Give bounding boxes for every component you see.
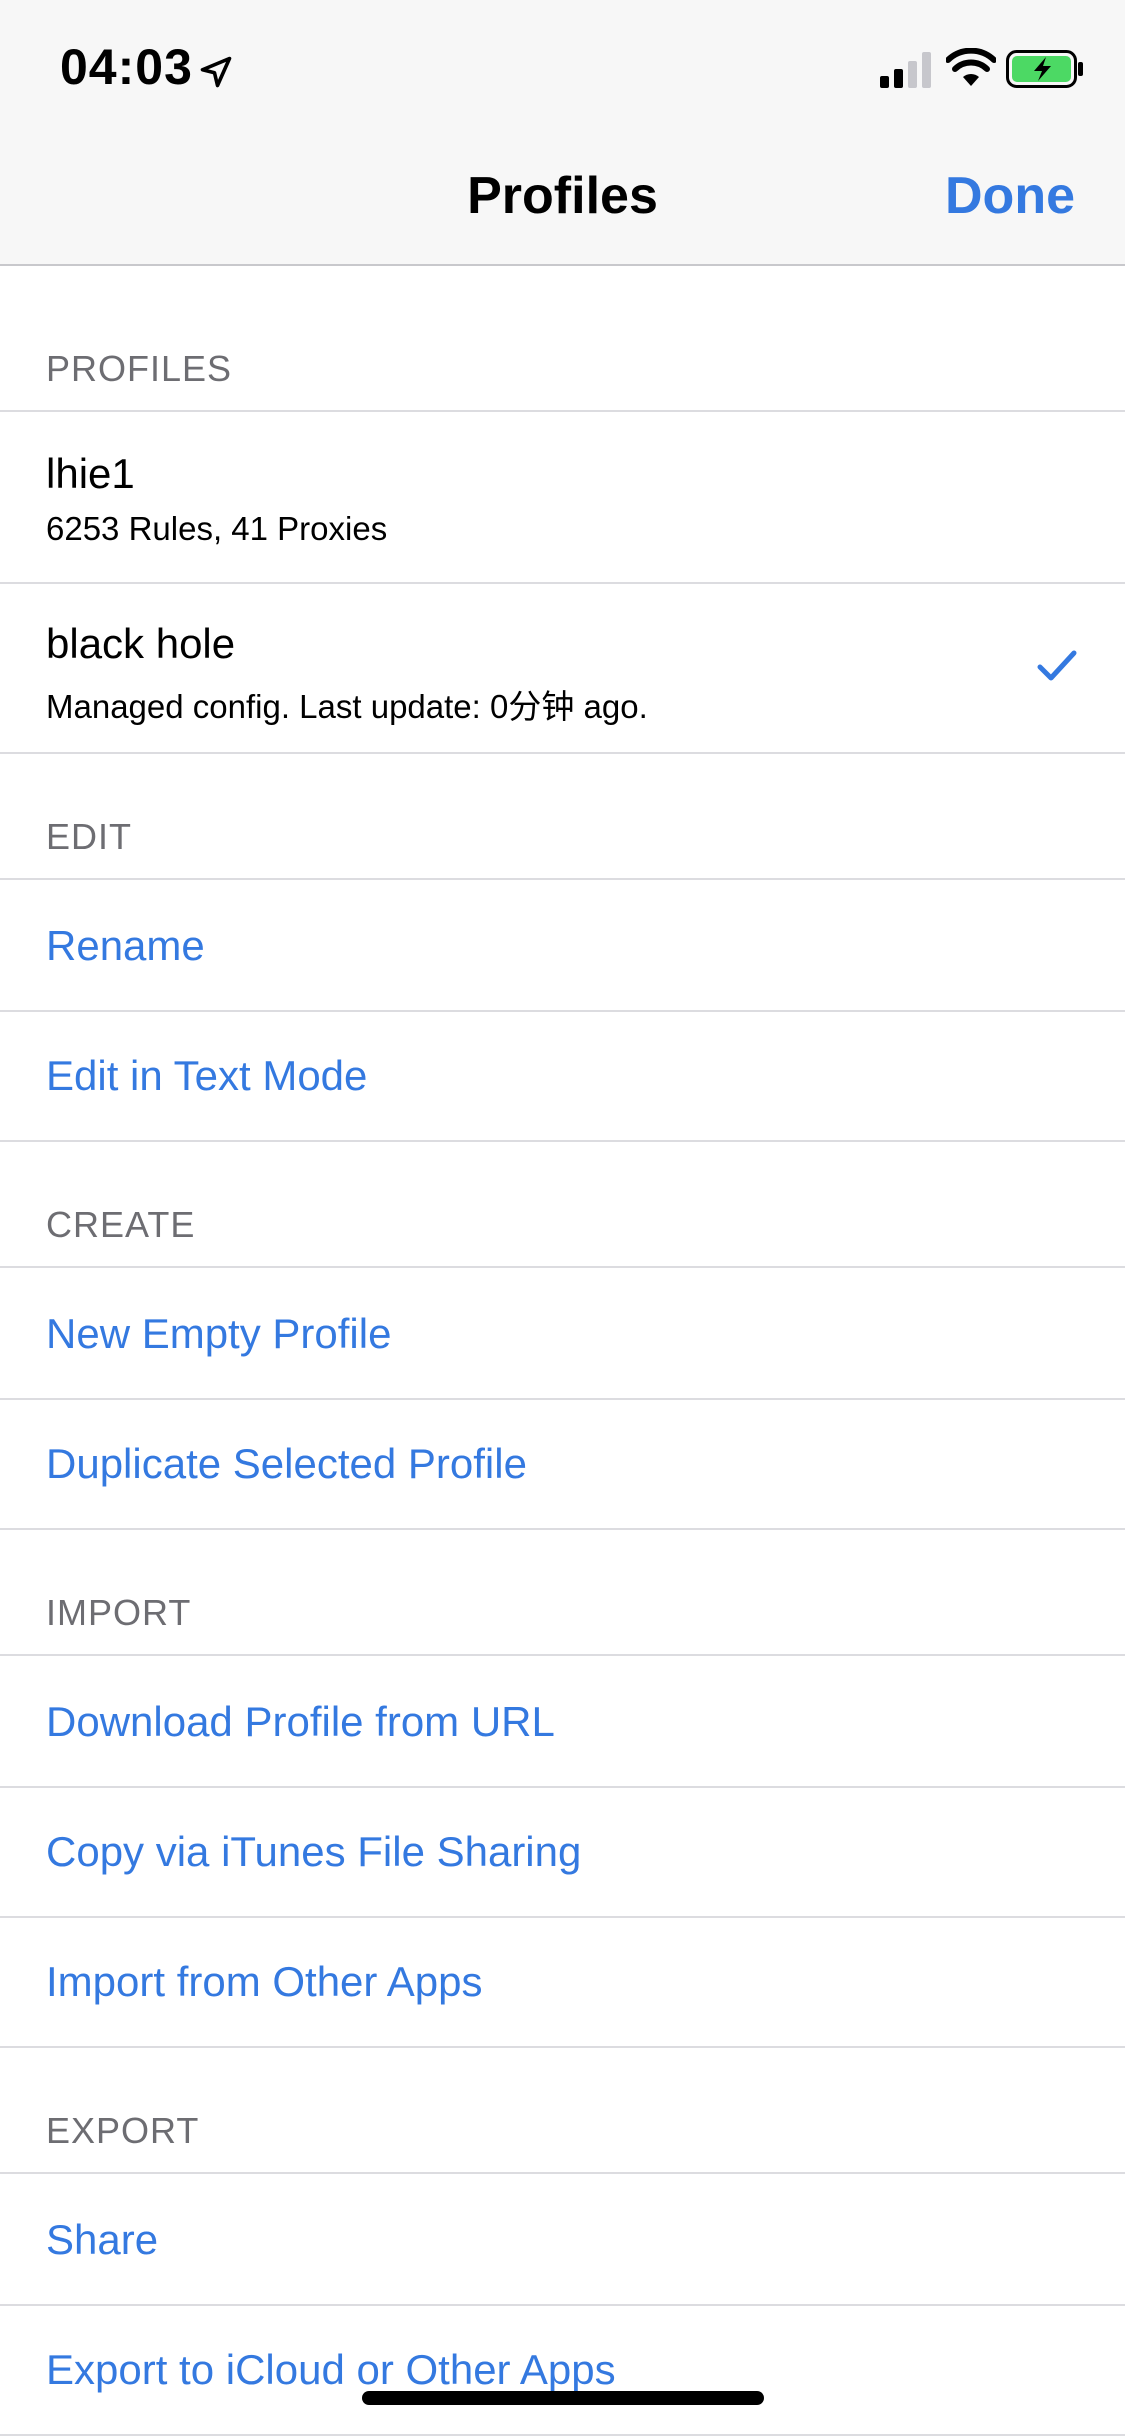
profile-row-black-hole[interactable]: black hole Managed config. Last update: … [0,582,1125,752]
section-header-export: EXPORT [0,2048,1125,2172]
duplicate-selected-profile-button[interactable]: Duplicate Selected Profile [0,1398,1125,1528]
profile-subtitle: Managed config. Last update: 0分钟 ago. [46,688,648,725]
profile-row-lhie1[interactable]: lhie1 6253 Rules, 41 Proxies [0,412,1125,582]
share-button[interactable]: Share [0,2174,1125,2304]
profile-name: black hole [46,620,236,667]
profiles-group: lhie1 6253 Rules, 41 Proxies black hole … [0,410,1125,754]
import-group: Download Profile from URL Copy via iTune… [0,1654,1125,2048]
profiles-list: PROFILES lhie1 6253 Rules, 41 Proxies bl… [0,266,1125,2436]
wifi-icon [946,48,996,86]
edit-in-text-mode-button[interactable]: Edit in Text Mode [0,1010,1125,1140]
edit-group: Rename Edit in Text Mode [0,878,1125,1142]
section-header-import: IMPORT [0,1530,1125,1654]
import-from-other-apps-button[interactable]: Import from Other Apps [0,1916,1125,2046]
section-header-edit: EDIT [0,754,1125,878]
profiles-screen: 04:03 Profiles Done PROFILES lhie1 6253 … [0,0,1125,2436]
home-indicator[interactable] [362,2391,764,2405]
status-time: 04:03 [60,39,193,95]
export-to-icloud-button[interactable]: Export to iCloud or Other Apps [0,2304,1125,2434]
create-group: New Empty Profile Duplicate Selected Pro… [0,1266,1125,1530]
battery-charging-icon [1006,50,1083,88]
copy-via-itunes-file-sharing-button[interactable]: Copy via iTunes File Sharing [0,1786,1125,1916]
new-empty-profile-button[interactable]: New Empty Profile [0,1268,1125,1398]
navigation-bar: 04:03 Profiles Done [0,0,1125,266]
profile-subtitle: 6253 Rules, 41 Proxies [46,510,388,547]
section-header-profiles: PROFILES [0,266,1125,410]
rename-button[interactable]: Rename [0,880,1125,1010]
section-header-create: CREATE [0,1142,1125,1266]
location-arrow-icon [200,56,232,88]
done-button[interactable]: Done [945,166,1075,226]
checkmark-icon [1037,650,1077,681]
download-profile-from-url-button[interactable]: Download Profile from URL [0,1656,1125,1786]
profile-name: lhie1 [46,450,135,497]
cellular-signal-icon [880,52,931,88]
